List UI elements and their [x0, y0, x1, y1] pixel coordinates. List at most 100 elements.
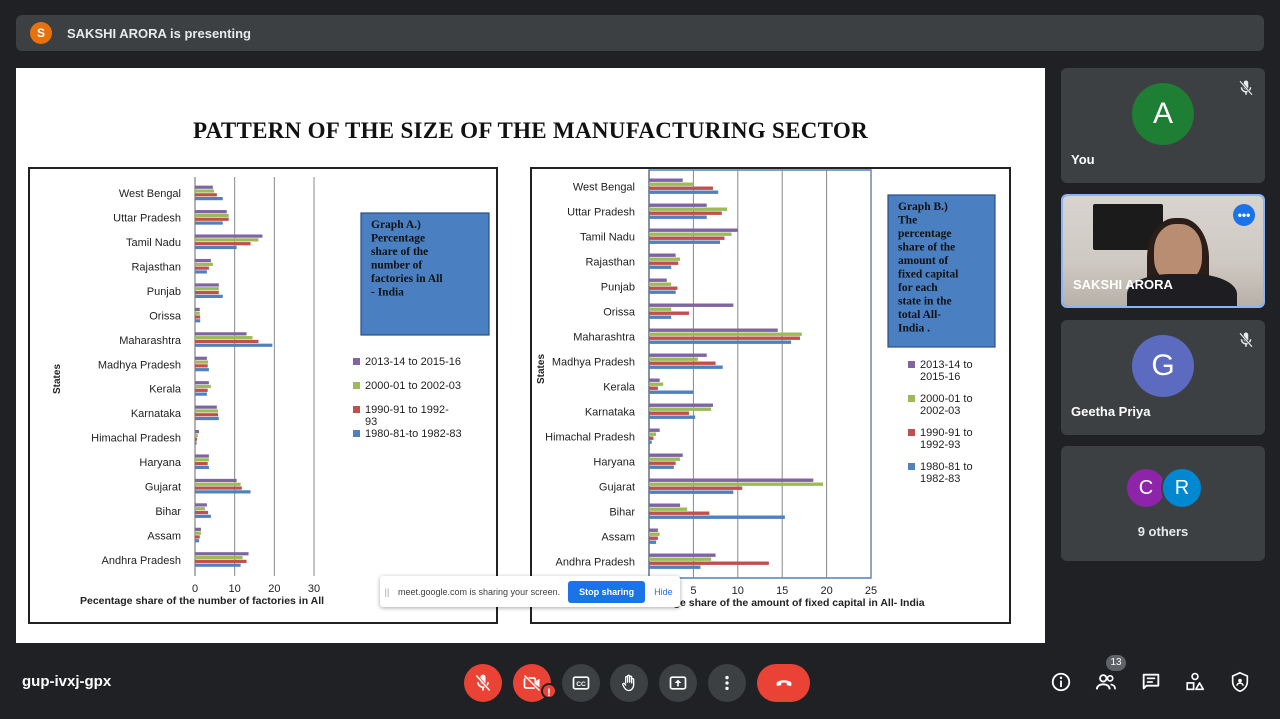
legend-swatch — [353, 430, 360, 437]
chat-button[interactable] — [1138, 669, 1164, 695]
category-label: Maharashtra — [573, 332, 636, 344]
bar — [195, 429, 199, 434]
slide-title: PATTERN OF THE SIZE OF THE MANUFACTURING… — [192, 118, 869, 143]
bar — [649, 503, 681, 507]
activities-icon — [1186, 672, 1205, 691]
avatar: R — [1161, 467, 1203, 509]
bar — [649, 553, 716, 557]
others-count-label: 9 others — [1137, 524, 1189, 539]
category-label: Karnataka — [585, 407, 636, 419]
participant-tile-geetha[interactable]: G Geetha Priya — [1061, 320, 1265, 435]
bar — [649, 278, 667, 282]
category-label: Gujarat — [599, 482, 635, 494]
x-tick-label: 0 — [192, 583, 198, 595]
more-options-button[interactable] — [708, 664, 746, 702]
participant-tile-you[interactable]: A You — [1061, 68, 1265, 183]
x-tick-label: 10 — [229, 583, 241, 595]
bar — [195, 527, 201, 531]
drag-handle[interactable]: || — [380, 587, 394, 597]
x-axis-label: Pecentage share of the number of factori… — [80, 595, 324, 607]
category-label: West Bengal — [573, 182, 635, 194]
present-now-button[interactable] — [659, 664, 697, 702]
bar — [195, 441, 197, 445]
bar — [649, 440, 652, 444]
category-label: Karnataka — [131, 408, 182, 420]
raise-hand-button[interactable] — [610, 664, 648, 702]
bar — [649, 403, 713, 407]
category-label: Punjab — [601, 282, 635, 294]
category-label: Maharashtra — [119, 335, 182, 347]
legend-label: 1980-81 to 1982-83 — [920, 461, 973, 485]
bar — [195, 531, 201, 535]
presentation-stage: PATTERN OF THE SIZE OF THE MANUFACTURING… — [16, 68, 1045, 643]
sharing-message: meet.google.com is sharing your screen. — [398, 586, 561, 597]
category-label: Kerala — [603, 382, 636, 394]
bar — [649, 407, 712, 411]
bar — [195, 270, 207, 274]
chart-a-svg: West Bengal Uttar Pradesh Tamil Nadu Rajast… — [52, 177, 490, 607]
participant-tile-others[interactable]: C R 9 others — [1061, 446, 1265, 561]
bar — [649, 486, 743, 490]
captions-button[interactable]: CC — [562, 664, 600, 702]
bar — [649, 507, 688, 511]
x-tick-label: 5 — [690, 585, 696, 597]
more-options-button[interactable]: ••• — [1233, 204, 1255, 226]
bar — [649, 540, 657, 544]
bar — [649, 386, 658, 390]
bar — [195, 409, 219, 413]
category-label: Andhra Pradesh — [556, 557, 636, 569]
mic-toggle-button[interactable] — [464, 664, 502, 702]
bar — [195, 189, 215, 193]
bar — [195, 307, 200, 312]
chart-b: West Bengal Uttar Pradesh Tamil Nadu Rajast… — [530, 167, 1011, 624]
chart-a: West Bengal Uttar Pradesh Tamil Nadu Rajast… — [28, 167, 498, 624]
x-tick-label: 10 — [732, 585, 744, 597]
legend-swatch — [908, 395, 915, 402]
legend-label: 1990-91 to 1992-93 — [920, 427, 973, 451]
bar — [649, 457, 681, 461]
bar — [195, 262, 213, 266]
mic-off-icon — [475, 674, 491, 692]
category-label: Himachal Pradesh — [91, 433, 181, 445]
bar — [195, 360, 209, 364]
bar — [195, 287, 219, 291]
category-label: Kerala — [149, 384, 182, 396]
info-icon — [1051, 672, 1071, 692]
legend-swatch — [908, 429, 915, 436]
legend-swatch — [353, 382, 360, 389]
bar — [195, 197, 223, 201]
bar — [195, 388, 208, 392]
category-label: Madhya Pradesh — [98, 359, 181, 371]
legend-swatch — [908, 463, 915, 470]
participant-tile-sakshi[interactable]: ••• SAKSHI ARORA — [1061, 194, 1265, 308]
bar — [195, 217, 229, 221]
bar — [649, 353, 707, 357]
bar — [195, 555, 243, 560]
category-label: Uttar Pradesh — [113, 213, 181, 225]
meeting-details-button[interactable] — [1048, 669, 1074, 695]
legend-label: 2000-01 to 2002-03 — [920, 393, 973, 417]
bar — [195, 433, 198, 437]
bar — [195, 185, 213, 189]
activities-button[interactable] — [1182, 669, 1208, 695]
avatar: G — [1132, 335, 1194, 397]
bar — [649, 382, 664, 386]
people-button[interactable] — [1093, 669, 1119, 695]
legend-swatch — [353, 406, 360, 413]
bar — [195, 213, 229, 218]
category-label: Rajasthan — [585, 257, 635, 269]
hide-button[interactable]: Hide — [654, 587, 673, 597]
category-label: Haryana — [593, 457, 635, 469]
legend-label: 2013-14 to 2015-16 — [365, 356, 461, 368]
x-axis-label: entage share of the amount of fixed capi… — [652, 597, 925, 609]
bar — [195, 559, 247, 563]
bar — [649, 461, 676, 465]
bar — [649, 557, 712, 561]
host-controls-button[interactable] — [1227, 669, 1253, 695]
category-label: Tamil Nadu — [126, 237, 181, 249]
stop-sharing-button[interactable]: Stop sharing — [568, 580, 646, 603]
bar — [195, 563, 241, 567]
bar — [195, 343, 273, 347]
leave-call-button[interactable] — [757, 664, 810, 702]
bar — [649, 182, 694, 186]
